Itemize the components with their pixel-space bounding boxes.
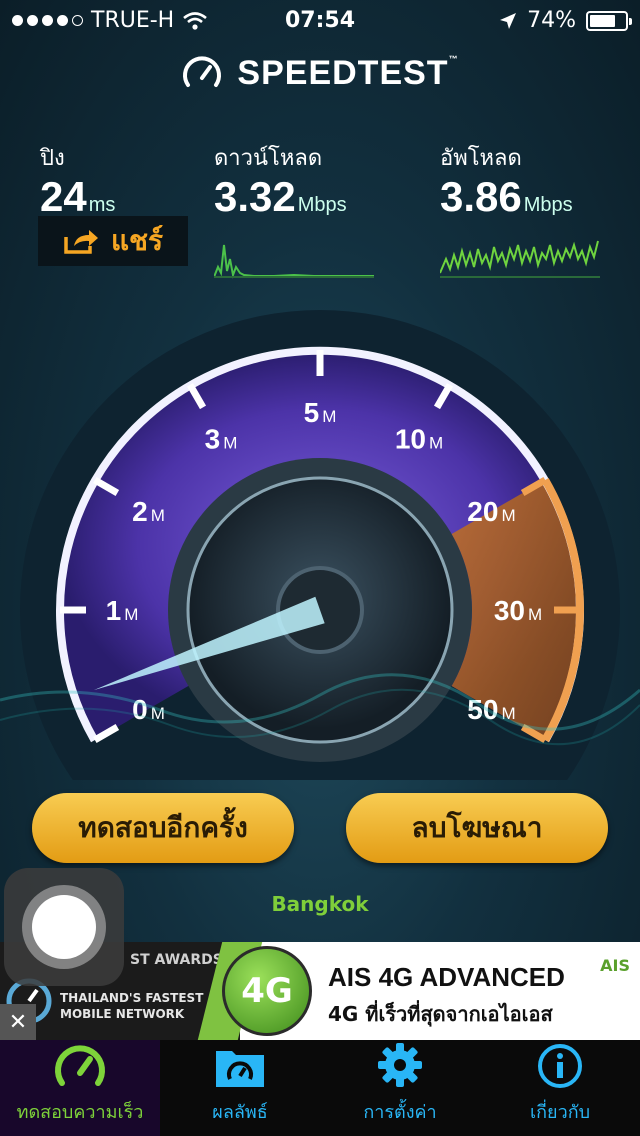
tab-bar: ทดสอบความเร็ว ผลลัพธ์ การตั้งค่า เกี่ยวก… — [0, 1040, 640, 1136]
download-metric: ดาวน์โหลด 3.32 Mbps — [213, 140, 374, 283]
tab-results[interactable]: ผลลัพธ์ — [160, 1040, 320, 1136]
speedometer-icon — [55, 1045, 105, 1086]
upload-label: อัพโหลด — [440, 146, 522, 171]
test-again-label: ทดสอบอีกครั้ง — [78, 811, 248, 844]
battery-fill — [590, 14, 616, 27]
folder-speedometer-icon — [216, 1051, 264, 1087]
upload-value: 3.86 Mbps — [440, 173, 573, 220]
tab-about[interactable]: เกี่ยวกับ — [480, 1040, 640, 1136]
app-logo: SPEEDTEST™ — [0, 52, 640, 94]
app-title: SPEEDTEST™ — [237, 53, 459, 92]
location-arrow-icon — [500, 12, 517, 29]
share-label: แชร์ — [110, 224, 164, 257]
tab-settings-label: การตั้งค่า — [363, 1102, 437, 1123]
test-again-button[interactable]: ทดสอบอีกครั้ง — [32, 793, 294, 863]
ad-4g-badge: 4G — [222, 946, 312, 1036]
assistive-touch-ring — [22, 885, 106, 969]
assistive-touch-button[interactable] — [4, 868, 124, 986]
tab-speed-test[interactable]: ทดสอบความเร็ว — [0, 1040, 160, 1136]
download-value: 3.32 Mbps — [214, 173, 347, 220]
status-bar: TRUE-H 07:54 74% — [0, 0, 640, 40]
ad-title: AIS 4G ADVANCED — [328, 962, 565, 992]
ad-fastest-text: THAILAND'S FASTEST MOBILE NETWORK — [60, 991, 204, 1021]
tab-results-label: ผลลัพธ์ — [212, 1102, 268, 1123]
remove-ads-label: ลบโฆษณา — [411, 811, 543, 844]
download-sparkline — [213, 244, 374, 279]
tab-speed-test-label: ทดสอบความเร็ว — [16, 1102, 144, 1123]
upload-metric: อัพโหลด 3.86 Mbps — [439, 140, 600, 283]
share-button[interactable]: แชร์ — [38, 216, 188, 266]
ad-subtitle: 4G ที่เร็วที่สุดจากเอไอเอส — [328, 1002, 553, 1026]
ad-brand: AIS — [600, 956, 630, 975]
ping-label: ปิง — [40, 146, 65, 171]
upload-sparkline — [439, 240, 600, 278]
speedometer-logo-icon — [183, 56, 222, 87]
ad-close-button[interactable]: ✕ — [0, 1004, 36, 1040]
battery-icon — [586, 10, 632, 31]
share-icon — [64, 230, 98, 254]
tab-settings[interactable]: การตั้งค่า — [320, 1040, 480, 1136]
speed-gauge: 0 M1 M2 M3 M5 M10 M20 M30 M50 M — [0, 310, 640, 780]
ping-metric: ปิง 24 ms — [40, 140, 115, 227]
download-label: ดาวน์โหลด — [214, 146, 323, 171]
gear-icon — [378, 1043, 422, 1087]
status-right: 74% — [499, 8, 632, 33]
assistive-touch-core — [32, 895, 96, 959]
info-icon — [538, 1044, 582, 1088]
ad-award-text: ST AWARDS — [130, 952, 223, 968]
battery-percent: 74% — [527, 8, 576, 33]
tab-about-label: เกี่ยวกับ — [529, 1102, 591, 1123]
remove-ads-button[interactable]: ลบโฆษณา — [346, 793, 608, 863]
